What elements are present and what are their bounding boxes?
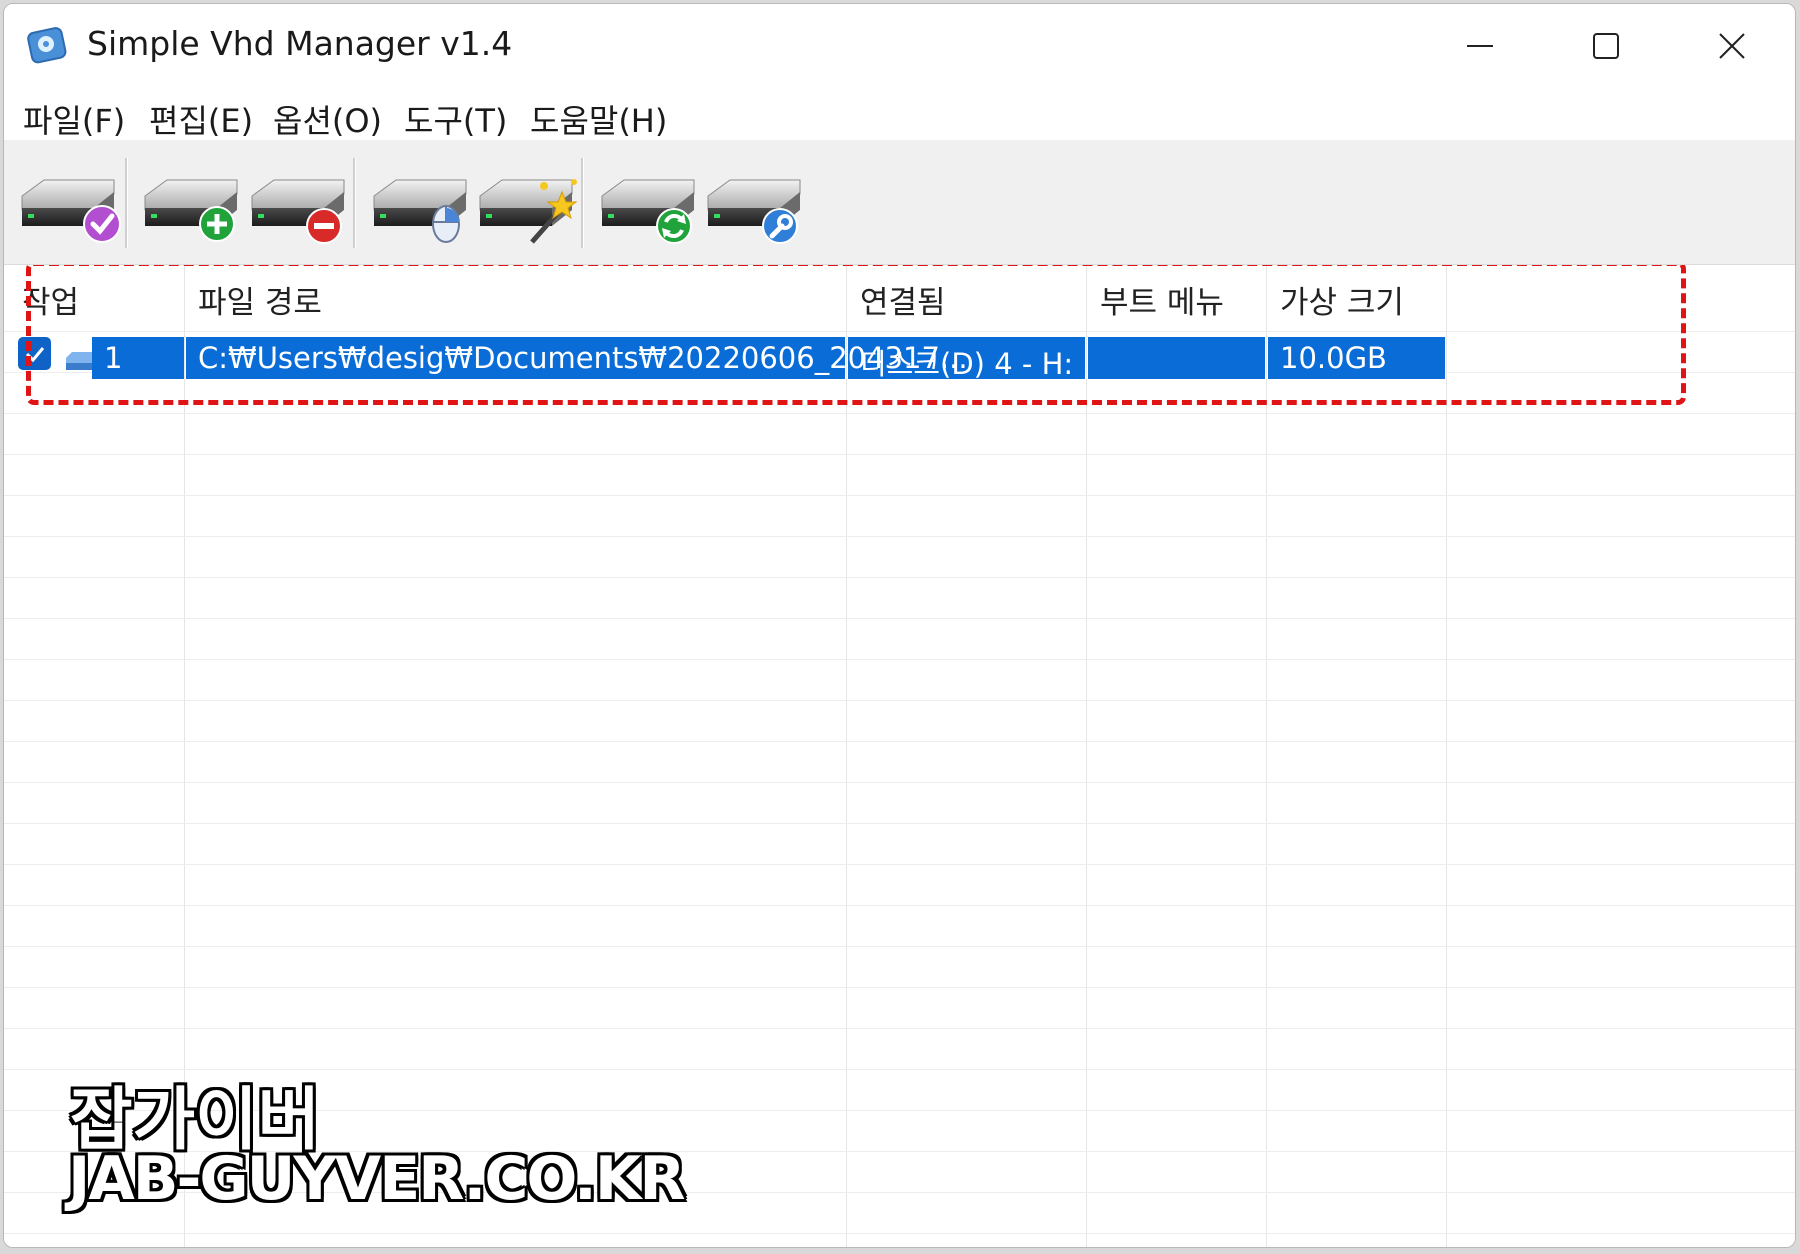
row-divider bbox=[4, 782, 1795, 783]
column-header-virtual-size[interactable]: 가상 크기 bbox=[1280, 277, 1404, 322]
row-divider bbox=[4, 823, 1795, 824]
drive-check-icon[interactable] bbox=[14, 168, 124, 250]
drive-wand-icon[interactable] bbox=[472, 168, 582, 250]
cell-connected: 디스크(D) 4 - H: bbox=[860, 347, 1074, 381]
maximize-button[interactable] bbox=[1543, 4, 1669, 88]
column-header-boot-menu[interactable]: 부트 메뉴 bbox=[1100, 277, 1224, 322]
table-header: 작업 파일 경로 연결됨 부트 메뉴 가상 크기 bbox=[4, 265, 1795, 331]
cell-virtual-size: 10.0GB bbox=[1280, 341, 1387, 375]
cell-task: 1 bbox=[104, 341, 123, 375]
menu-file[interactable]: 파일(F) bbox=[23, 96, 125, 142]
drive-tools-icon[interactable] bbox=[700, 168, 810, 250]
close-icon bbox=[1719, 33, 1745, 59]
menu-help[interactable]: 도움말(H) bbox=[530, 96, 667, 142]
row-divider bbox=[4, 741, 1795, 742]
row-divider bbox=[4, 700, 1795, 701]
close-button[interactable] bbox=[1669, 4, 1795, 88]
row-divider bbox=[4, 905, 1795, 906]
toolbar-separator bbox=[581, 158, 584, 248]
menu-options[interactable]: 옵션(O) bbox=[273, 96, 382, 142]
toolbar-separator bbox=[125, 158, 128, 248]
row-divider bbox=[4, 577, 1795, 578]
drive-mouse-icon[interactable] bbox=[366, 168, 476, 250]
vhd-disk-icon bbox=[27, 27, 67, 64]
drive-refresh-icon[interactable] bbox=[594, 168, 704, 250]
menu-tools[interactable]: 도구(T) bbox=[404, 96, 507, 142]
maximize-icon bbox=[1593, 33, 1619, 59]
cell-path: C:₩Users₩desig₩Documents₩20220606_204317… bbox=[198, 341, 968, 375]
row-divider bbox=[4, 1233, 1795, 1234]
watermark-url: JAB-GUYVER.CO.KR bbox=[68, 1144, 686, 1214]
toolbar bbox=[4, 140, 1795, 265]
title-bar[interactable]: Simple Vhd Manager v1.4 bbox=[4, 4, 1795, 90]
column-header-path[interactable]: 파일 경로 bbox=[198, 277, 322, 322]
row-divider bbox=[4, 946, 1795, 947]
row-divider bbox=[4, 659, 1795, 660]
minimize-button[interactable] bbox=[1417, 4, 1543, 88]
row-highlight bbox=[1088, 337, 1265, 379]
row-divider bbox=[4, 413, 1795, 414]
drive-remove-icon[interactable] bbox=[244, 168, 354, 250]
row-divider bbox=[4, 331, 1795, 332]
window-title: Simple Vhd Manager v1.4 bbox=[87, 24, 513, 63]
app-window: Simple Vhd Manager v1.4 파일(F) 편집(E) 옵션(O… bbox=[3, 3, 1796, 1248]
toolbar-separator bbox=[353, 158, 356, 248]
row-divider bbox=[4, 536, 1795, 537]
column-header-task[interactable]: 작업 bbox=[22, 277, 79, 322]
row-divider bbox=[4, 864, 1795, 865]
row-divider bbox=[4, 618, 1795, 619]
column-header-connected[interactable]: 연결됨 bbox=[860, 277, 946, 322]
table-row[interactable]: 1 C:₩Users₩desig₩Documents₩20220606_2043… bbox=[4, 337, 1795, 381]
row-divider bbox=[4, 454, 1795, 455]
row-divider bbox=[4, 495, 1795, 496]
minimize-icon bbox=[1467, 45, 1493, 47]
menu-bar: 파일(F) 편집(E) 옵션(O) 도구(T) 도움말(H) bbox=[4, 90, 1795, 140]
drive-add-icon[interactable] bbox=[137, 168, 247, 250]
menu-edit[interactable]: 편집(E) bbox=[149, 96, 253, 142]
row-divider bbox=[4, 1028, 1795, 1029]
row-divider bbox=[4, 987, 1795, 988]
